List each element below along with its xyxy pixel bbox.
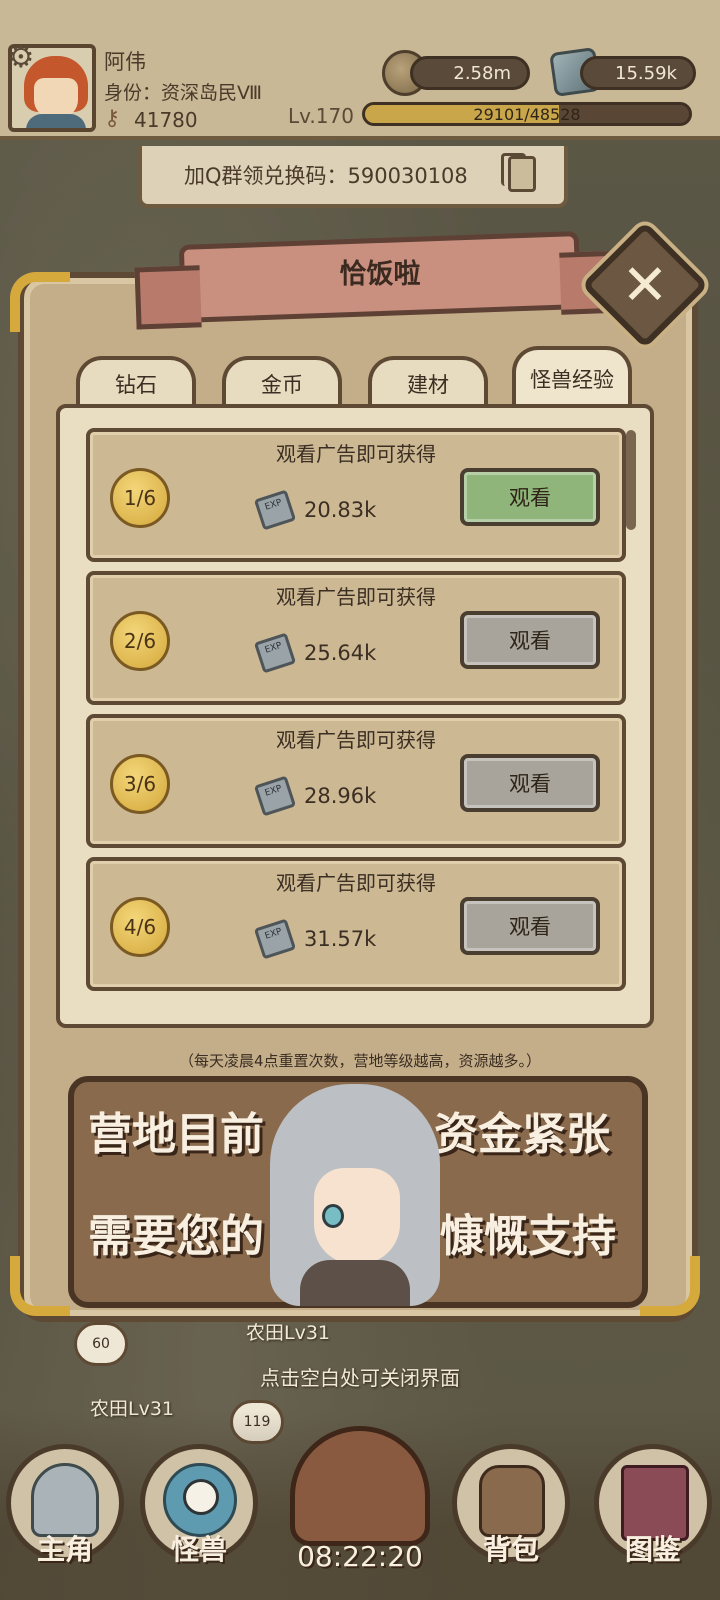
reward-card-title: 观看广告即可获得 <box>276 728 436 752</box>
reset-note: （每天凌晨4点重置次数，营地等级越高，资源越多。） <box>178 1052 542 1070</box>
monster-exp-icon: EXP <box>253 632 297 674</box>
nav-label: 背包 <box>482 1533 539 1566</box>
panel-corner-ornament <box>10 1256 70 1316</box>
reward-card-title: 观看广告即可获得 <box>276 871 436 895</box>
reward-card: 观看广告即可获得 2/6 EXP 25.64k 观看 <box>86 571 626 705</box>
reward-card: 观看广告即可获得 3/6 EXP 28.96k 观看 <box>86 714 626 848</box>
watch-ad-button[interactable]: 观看 <box>460 611 600 669</box>
monster-exp-icon: EXP <box>253 489 297 531</box>
close-icon[interactable]: ✕ <box>600 240 690 330</box>
girl-body <box>300 1260 410 1306</box>
monster-exp-icon: EXP <box>253 775 297 817</box>
panel-corner-ornament <box>640 1256 700 1316</box>
watch-count-badge: 2/6 <box>110 611 170 671</box>
watch-count-badge: 1/6 <box>110 468 170 528</box>
backpack-icon <box>479 1465 545 1537</box>
copy-icon[interactable] <box>501 153 536 192</box>
reward-card-title: 观看广告即可获得 <box>276 585 436 609</box>
reward-card: 观看广告即可获得 1/6 EXP 20.83k 观看 <box>86 428 626 562</box>
resource-bubble[interactable]: 60 <box>74 1322 128 1366</box>
stone-display[interactable]: 15.59k <box>580 56 696 90</box>
gear-icon[interactable]: ⚙ <box>4 40 38 75</box>
stone-count: 15.59k <box>615 63 677 84</box>
coin-display[interactable]: 2.58m <box>410 56 530 90</box>
monster-exp-icon: EXP <box>253 918 297 960</box>
watch-count-badge: 4/6 <box>110 897 170 957</box>
countdown-timer: 08:22:20 <box>297 1540 423 1573</box>
xp-bar: 29101/48528 <box>362 102 692 126</box>
reward-amount: 25.64k <box>304 641 377 665</box>
tab-gold[interactable]: 金币 <box>222 356 342 408</box>
player-identity: 身份：资深岛民Ⅷ <box>104 82 263 104</box>
helmet-icon <box>31 1463 99 1537</box>
xp-text: 29101/48528 <box>473 104 581 124</box>
key-icon: ⚷ <box>104 106 121 131</box>
reward-card: 观看广告即可获得 4/6 EXP 31.57k 观看 <box>86 857 626 991</box>
nav-label: 怪兽 <box>170 1533 227 1566</box>
player-level: Lv.170 <box>288 104 354 128</box>
watch-ad-button[interactable]: 观看 <box>460 754 600 812</box>
girl-eye <box>322 1204 344 1228</box>
girl-character-illustration <box>270 1084 440 1306</box>
reward-amount: 20.83k <box>304 498 377 522</box>
tab-monster-exp[interactable]: 怪兽经验 <box>512 346 632 408</box>
nav-label: 主角 <box>36 1533 93 1566</box>
monster-eye-icon <box>183 1479 219 1515</box>
watch-ad-button[interactable]: 观看 <box>460 897 600 955</box>
reward-amount: 28.96k <box>304 784 377 808</box>
tab-diamond[interactable]: 钻石 <box>76 356 196 408</box>
avatar-face <box>34 78 78 118</box>
reward-list-scrollbar[interactable] <box>626 430 636 530</box>
tab-materials[interactable]: 建材 <box>368 356 488 408</box>
panel-corner-ornament <box>10 272 70 332</box>
player-name: 阿伟 <box>104 50 146 74</box>
promo-line: 需要您的 <box>88 1211 264 1262</box>
watch-ad-button[interactable]: 观看 <box>460 468 600 526</box>
avatar-body <box>26 114 86 128</box>
farm-label: 农田Lv31 <box>246 1322 331 1344</box>
redeem-code-banner: 加Q群领兑换码：590030108 <box>138 146 568 208</box>
promo-line: 营地目前 <box>88 1109 264 1160</box>
reward-amount: 31.57k <box>304 927 377 951</box>
watch-count-badge: 3/6 <box>110 754 170 814</box>
promo-line: 资金紧张 <box>434 1109 610 1160</box>
panel-title: 恰饭啦 <box>339 259 421 290</box>
reward-card-title: 观看广告即可获得 <box>276 442 436 466</box>
redeem-code-text: 加Q群领兑换码：590030108 <box>184 164 468 188</box>
close-hint: 点击空白处可关闭界面 <box>260 1366 460 1390</box>
coin-count: 2.58m <box>453 63 511 84</box>
nav-label: 图鉴 <box>624 1533 681 1566</box>
promo-line: 慷慨支持 <box>440 1211 616 1262</box>
key-count: 41780 <box>134 108 198 132</box>
